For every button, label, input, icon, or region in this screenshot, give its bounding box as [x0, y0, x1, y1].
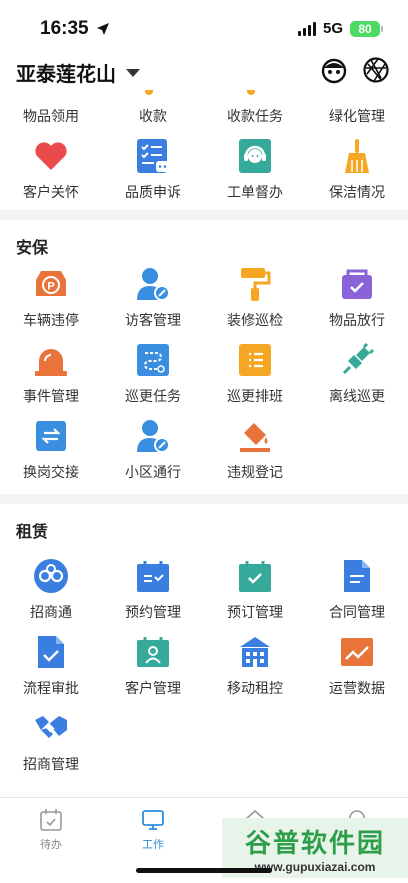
grid-item-investment-connect[interactable]: 招商通	[0, 558, 102, 634]
grid-item-decoration-inspection[interactable]: 装修巡检	[204, 266, 306, 342]
section-divider	[0, 210, 408, 220]
status-time: 16:35	[40, 18, 89, 39]
section-title-leasing: 租赁	[16, 524, 49, 541]
grid-item-patrol-schedule[interactable]: 巡更排班	[204, 342, 306, 418]
trend-chart-icon	[339, 634, 375, 670]
tab-todo[interactable]: 待办	[0, 798, 102, 883]
broom-icon	[339, 138, 375, 174]
grid-item-investment-management[interactable]: 招商管理	[0, 710, 102, 786]
leasing-section: 租赁 招商通 预约管理 预订管理 合同管理 流程审批 客户管理 移动租控 运营数…	[0, 494, 408, 786]
security-row-2: 事件管理 巡更任务 巡更排班 离线巡更	[0, 342, 408, 418]
grid-item-community-access[interactable]: 小区通行	[102, 418, 204, 494]
document-icon	[339, 558, 375, 594]
status-bar: 16:35 5G 80	[0, 0, 408, 50]
watermark-url: www.gupuxiazai.com	[254, 859, 376, 874]
todo-calendar-icon	[40, 809, 62, 831]
paint-bucket-icon	[237, 418, 273, 454]
grid-item-workorder-supervision[interactable]: 工单督办	[204, 138, 306, 202]
paint-roller-icon	[237, 266, 273, 302]
grid-item-operation-data[interactable]: 运营数据	[306, 634, 408, 710]
plug-icon	[339, 342, 375, 378]
home-indicator[interactable]	[136, 868, 272, 873]
heart-icon	[33, 138, 69, 174]
grid-item-offline-patrol[interactable]: 离线巡更	[306, 342, 408, 418]
grid-item-quality-appeal[interactable]: 品质申诉	[102, 138, 204, 202]
app-header: 亚泰莲花山	[0, 52, 408, 90]
grid-item-item-requisition[interactable]: 物品领用	[0, 90, 102, 124]
grid-item-customer-care[interactable]: 客户关怀	[0, 138, 102, 202]
grid-item-event-management[interactable]: 事件管理	[0, 342, 102, 418]
grid-item-greening[interactable]: 绿化管理	[306, 90, 408, 124]
caret-down-icon	[126, 68, 140, 77]
grid-item-appointment-management[interactable]: 预约管理	[102, 558, 204, 634]
grid-item-visitor-management[interactable]: 访客管理	[102, 266, 204, 342]
signal-icon	[297, 21, 316, 36]
watermark-title: 谷普软件园	[244, 827, 385, 858]
checklist-chat-icon	[135, 138, 171, 174]
grid-item-illegal-parking[interactable]: P 车辆违停	[0, 266, 102, 342]
swirl-logo-icon	[33, 558, 69, 594]
svg-text:P: P	[47, 281, 54, 293]
grid-item-collect-task[interactable]: 收款任务	[204, 90, 306, 124]
package-check-icon	[339, 266, 375, 302]
security-row-3: 换岗交接 小区通行 违规登记	[0, 418, 408, 494]
leasing-row-1: 招商通 预约管理 预订管理 合同管理	[0, 558, 408, 634]
section-divider	[0, 494, 408, 504]
grid-item-goods-release[interactable]: 物品放行	[306, 266, 408, 342]
leasing-row-3: 招商管理	[0, 710, 408, 786]
grid-item-mobile-lease-control[interactable]: 移动租控	[204, 634, 306, 710]
work-grid: 物品领用 收款 收款任务 绿化管理 客户关怀 品质申诉 工单督办 保洁情况 安保…	[0, 90, 408, 797]
patrol-route-icon	[135, 342, 171, 378]
robot-avatar-icon[interactable]	[320, 56, 348, 84]
community-selector[interactable]: 亚泰莲花山	[16, 58, 140, 87]
grid-item-process-approval[interactable]: 流程审批	[0, 634, 102, 710]
calendar-equals-icon	[135, 558, 171, 594]
security-row-1: P 车辆违停 访客管理 装修巡检 物品放行	[0, 266, 408, 342]
camera-aperture-icon[interactable]	[362, 56, 390, 84]
customer-card-icon	[135, 634, 171, 670]
community-name: 亚泰莲花山	[16, 64, 116, 86]
grid-item-contract-management[interactable]: 合同管理	[306, 558, 408, 634]
battery-icon: 80	[350, 20, 383, 37]
grid-item-booking-management[interactable]: 预订管理	[204, 558, 306, 634]
general-row: 客户关怀 品质申诉 工单督办 保洁情况	[0, 138, 408, 202]
shift-swap-icon	[33, 418, 69, 454]
schedule-list-icon	[237, 342, 273, 378]
calendar-check-icon	[237, 558, 273, 594]
network-label: 5G	[322, 20, 343, 37]
resident-pass-icon	[135, 418, 171, 454]
section-title-security: 安保	[16, 240, 49, 257]
monitor-icon	[142, 810, 164, 830]
grid-item-collect[interactable]: 收款	[102, 90, 204, 124]
grid-item-cleaning-status[interactable]: 保洁情况	[306, 138, 408, 202]
document-check-icon	[33, 634, 69, 670]
alarm-light-icon	[33, 342, 69, 378]
parking-violation-icon: P	[33, 266, 69, 302]
grid-item-patrol-task[interactable]: 巡更任务	[102, 342, 204, 418]
visitor-icon	[135, 266, 171, 302]
grid-item-violation-registration[interactable]: 违规登记	[204, 418, 306, 494]
grid-item-customer-management[interactable]: 客户管理	[102, 634, 204, 710]
grid-item-shift-handover[interactable]: 换岗交接	[0, 418, 102, 494]
building-icon	[237, 634, 273, 670]
security-section: 安保 P 车辆违停 访客管理 装修巡检 物品放行 事件管理 巡更任务 巡更排班 …	[0, 210, 408, 494]
headset-agent-icon	[237, 138, 273, 174]
leasing-row-2: 流程审批 客户管理 移动租控 运营数据	[0, 634, 408, 710]
location-arrow-icon	[97, 23, 109, 35]
handshake-icon	[33, 710, 69, 746]
partial-row: 物品领用 收款 收款任务 绿化管理	[0, 90, 408, 124]
